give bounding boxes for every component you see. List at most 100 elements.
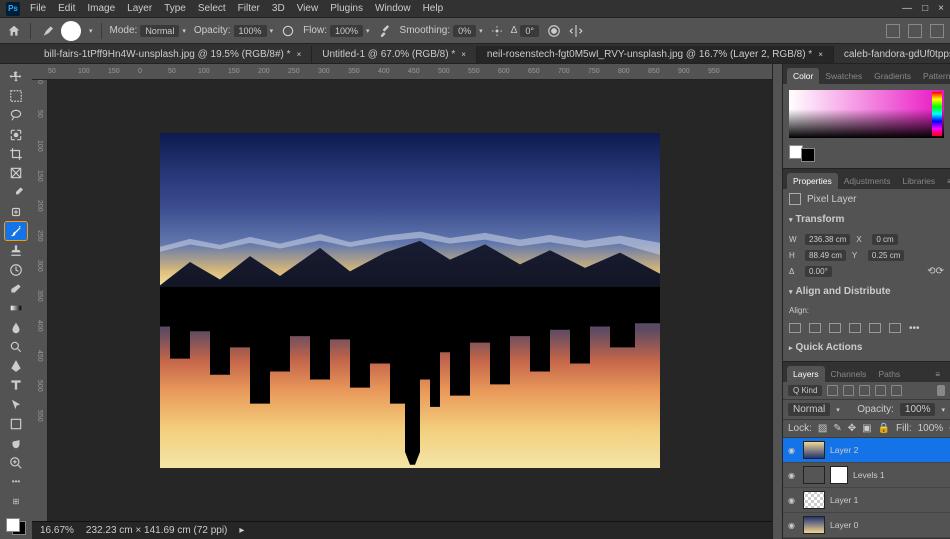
menu-plugins[interactable]: Plugins — [330, 3, 363, 14]
vertical-ruler[interactable]: 050100150200250300350400450500550 — [32, 80, 48, 521]
align-bottom-icon[interactable] — [889, 323, 901, 333]
zoom-tool[interactable] — [5, 454, 27, 471]
document-canvas[interactable] — [160, 133, 660, 468]
panel-collapse-strip[interactable] — [772, 64, 782, 539]
frame-tool[interactable] — [5, 164, 27, 181]
healing-tool[interactable] — [5, 203, 27, 220]
transform-header[interactable]: ▾Transform — [789, 210, 944, 229]
layer-name[interactable]: Layer 1 — [830, 495, 858, 505]
filter-adjust-icon[interactable] — [843, 385, 854, 396]
document-tab[interactable]: caleb-fandora-gdUf0tpps0Q-unsplash.jpg @… — [834, 46, 950, 63]
visibility-icon[interactable]: ◉ — [788, 521, 798, 530]
close-button[interactable]: × — [938, 3, 944, 14]
properties-tab[interactable]: Properties — [787, 173, 838, 189]
share-button[interactable] — [930, 24, 944, 38]
filter-switch[interactable] — [937, 385, 945, 396]
adjustments-tab[interactable]: Adjustments — [838, 173, 897, 189]
canvas-viewport[interactable] — [48, 80, 772, 521]
blur-tool[interactable] — [5, 319, 27, 336]
angle-value[interactable]: 0° — [520, 25, 539, 37]
menu-filter[interactable]: Filter — [238, 3, 260, 14]
hand-tool[interactable] — [5, 435, 27, 452]
document-tab[interactable]: Untitled-1 @ 67.0% (RGB/8) *× — [312, 46, 477, 63]
smoothing-control[interactable]: Smoothing: 0% ▾ — [400, 25, 483, 37]
swatches-tab[interactable]: Swatches — [819, 68, 868, 84]
path-select-tool[interactable] — [5, 396, 27, 413]
panel-menu-icon[interactable]: ≡ — [929, 367, 946, 382]
history-brush-tool[interactable] — [5, 261, 27, 278]
brush-tool-icon[interactable] — [39, 24, 53, 38]
opacity-value[interactable]: 100% — [234, 25, 267, 37]
edit-toolbar[interactable]: ⊞ — [5, 493, 27, 510]
layer-name[interactable]: Layer 2 — [830, 445, 858, 455]
layer-row[interactable]: ◉ Levels 1 — [783, 463, 950, 488]
foreground-color[interactable] — [6, 518, 20, 532]
hue-slider[interactable] — [932, 92, 942, 136]
pressure-opacity-icon[interactable] — [281, 24, 295, 38]
type-tool[interactable] — [5, 377, 27, 394]
layers-tab[interactable]: Layers — [787, 366, 825, 382]
visibility-icon[interactable]: ◉ — [788, 496, 798, 505]
filter-smart-icon[interactable] — [891, 385, 902, 396]
color-swatches[interactable] — [6, 518, 26, 535]
search-button[interactable] — [908, 24, 922, 38]
visibility-icon[interactable]: ◉ — [788, 446, 798, 455]
mode-dropdown[interactable]: Mode: Normal ▾ — [110, 25, 186, 37]
blend-mode-select[interactable]: Normal — [788, 403, 830, 416]
flow-control[interactable]: Flow: 100% ▾ — [303, 25, 369, 37]
quick-actions-header[interactable]: ▸Quick Actions — [789, 338, 944, 357]
brush-tool-selected[interactable] — [5, 222, 27, 239]
shape-tool[interactable] — [5, 415, 27, 432]
layer-row[interactable]: ◉ Layer 1 — [783, 488, 950, 513]
height-field[interactable]: 88.49 cm — [805, 250, 846, 261]
layer-thumbnail[interactable] — [803, 516, 825, 534]
layer-opacity-value[interactable]: 100% — [900, 403, 936, 416]
tool-more[interactable]: ••• — [5, 473, 27, 490]
menu-file[interactable]: File — [30, 3, 46, 14]
flip-buttons[interactable]: ⟲⟳ — [927, 266, 944, 277]
marquee-tool[interactable] — [5, 87, 27, 104]
mode-value[interactable]: Normal — [140, 25, 179, 37]
eraser-tool[interactable] — [5, 280, 27, 297]
quick-select-tool[interactable] — [5, 126, 27, 143]
eyedropper-tool[interactable] — [5, 184, 27, 201]
move-tool[interactable] — [5, 68, 27, 85]
brush-preset-picker[interactable]: ▾ — [89, 27, 93, 35]
filter-type-icon[interactable] — [859, 385, 870, 396]
width-field[interactable]: 236.38 cm — [805, 234, 850, 245]
lock-artboard-icon[interactable]: ▣ — [862, 423, 871, 434]
stamp-tool[interactable] — [5, 242, 27, 259]
smoothing-options-icon[interactable] — [491, 25, 503, 37]
dodge-tool[interactable] — [5, 338, 27, 355]
more-icon[interactable]: ••• — [909, 323, 921, 333]
align-center-v-icon[interactable] — [869, 323, 881, 333]
layer-row-active[interactable]: ◉ Layer 2 — [783, 438, 950, 463]
patterns-tab[interactable]: Patterns — [917, 68, 950, 84]
symmetry-icon[interactable] — [569, 24, 583, 38]
menu-edit[interactable]: Edit — [58, 3, 75, 14]
align-left-icon[interactable] — [789, 323, 801, 333]
channels-tab[interactable]: Channels — [825, 366, 873, 382]
align-header[interactable]: ▾Align and Distribute — [789, 282, 944, 301]
y-field[interactable]: 0.25 cm — [868, 250, 904, 261]
libraries-tab[interactable]: Libraries — [897, 173, 942, 189]
crop-tool[interactable] — [5, 145, 27, 162]
menu-window[interactable]: Window — [375, 3, 411, 14]
color-tab[interactable]: Color — [787, 68, 819, 84]
layer-name[interactable]: Layer 0 — [830, 520, 858, 530]
pen-tool[interactable] — [5, 357, 27, 374]
document-tab-active[interactable]: neil-rosenstech-fgt0M5wI_RVY-unsplash.jp… — [477, 46, 834, 63]
opacity-control[interactable]: Opacity: 100% ▾ — [194, 25, 273, 37]
visibility-icon[interactable]: ◉ — [788, 471, 798, 480]
brush-preview[interactable] — [61, 21, 81, 41]
angle-field[interactable]: 0.00° — [805, 266, 832, 277]
menu-type[interactable]: Type — [164, 3, 186, 14]
fill-value[interactable]: 100% — [918, 423, 944, 434]
filter-pixel-icon[interactable] — [827, 385, 838, 396]
zoom-value[interactable]: 16.67% — [40, 525, 74, 536]
bg-box[interactable] — [801, 148, 815, 162]
flow-value[interactable]: 100% — [330, 25, 363, 37]
document-tab[interactable]: bill-fairs-1tPff9Hn4W-unsplash.jpg @ 19.… — [34, 46, 312, 63]
close-icon[interactable]: × — [818, 50, 823, 59]
gradients-tab[interactable]: Gradients — [868, 68, 917, 84]
